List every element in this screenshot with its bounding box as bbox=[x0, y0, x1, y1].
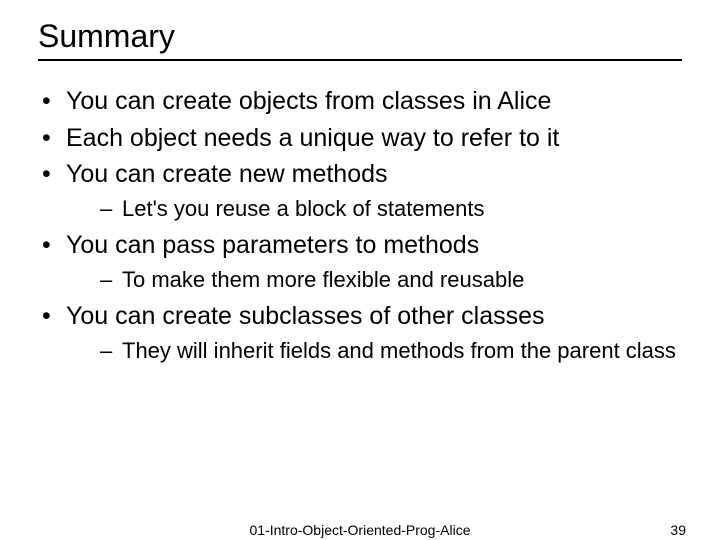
sub-list: To make them more flexible and reusable bbox=[66, 266, 682, 295]
sub-bullet-item: They will inherit fields and methods fro… bbox=[66, 337, 682, 366]
sub-list: They will inherit fields and methods fro… bbox=[66, 337, 682, 366]
bullet-item: You can create subclasses of other class… bbox=[38, 300, 682, 365]
slide: Summary You can create objects from clas… bbox=[0, 0, 720, 540]
bullet-list: You can create objects from classes in A… bbox=[38, 85, 682, 365]
bullet-item: You can pass parameters to methods To ma… bbox=[38, 229, 682, 294]
bullet-item: Each object needs a unique way to refer … bbox=[38, 122, 682, 155]
sub-bullet-text: To make them more flexible and reusable bbox=[122, 267, 524, 292]
sub-list: Let's you reuse a block of statements bbox=[66, 195, 682, 224]
sub-bullet-item: Let's you reuse a block of statements bbox=[66, 195, 682, 224]
bullet-text: You can create subclasses of other class… bbox=[66, 302, 545, 330]
sub-bullet-item: To make them more flexible and reusable bbox=[66, 266, 682, 295]
bullet-text: You can create new methods bbox=[66, 160, 388, 188]
footer-center-text: 01-Intro-Object-Oriented-Prog-Alice bbox=[250, 522, 471, 538]
bullet-text: You can create objects from classes in A… bbox=[66, 87, 551, 115]
page-number: 39 bbox=[670, 522, 686, 538]
slide-title: Summary bbox=[38, 18, 682, 61]
bullet-item: You can create objects from classes in A… bbox=[38, 85, 682, 118]
sub-bullet-text: Let's you reuse a block of statements bbox=[122, 196, 485, 221]
bullet-text: You can pass parameters to methods bbox=[66, 231, 479, 259]
sub-bullet-text: They will inherit fields and methods fro… bbox=[122, 338, 676, 363]
bullet-item: You can create new methods Let's you reu… bbox=[38, 158, 682, 223]
bullet-text: Each object needs a unique way to refer … bbox=[66, 124, 559, 152]
